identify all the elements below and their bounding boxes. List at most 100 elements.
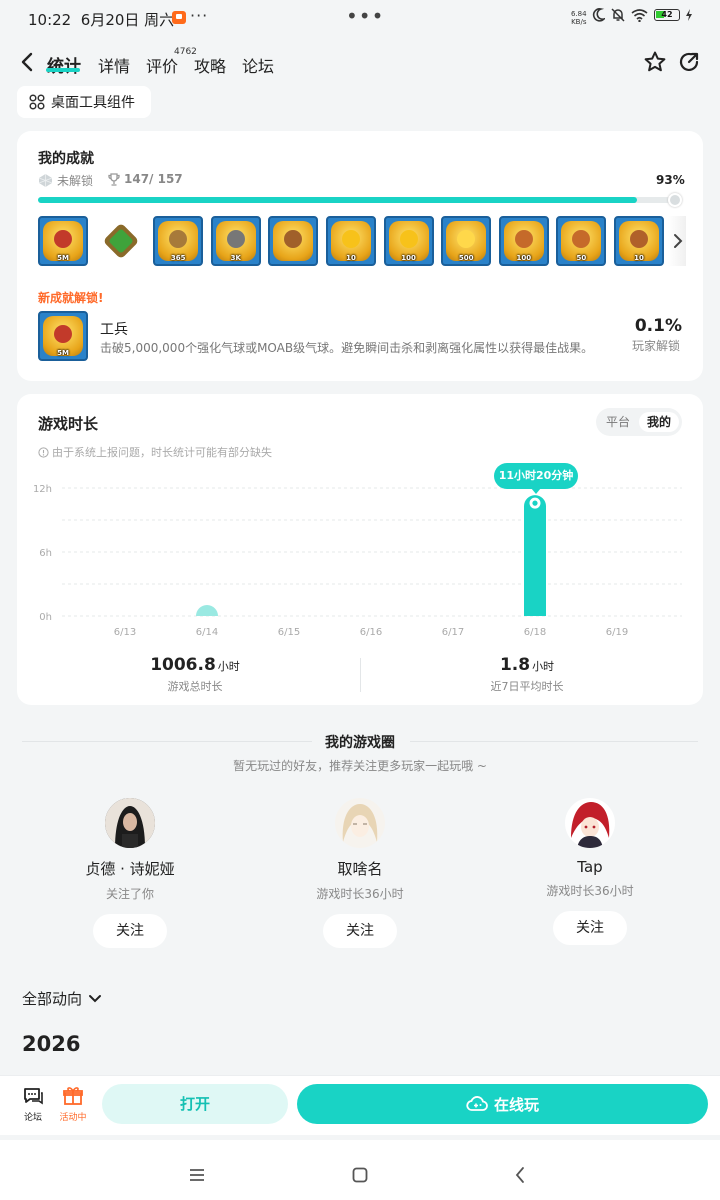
progress-knob: [668, 193, 682, 207]
friend-card[interactable]: 取啥名 游戏时长36小时 关注: [280, 798, 440, 948]
feed-year: 2026: [22, 1032, 81, 1056]
desktop-widget-button[interactable]: 桌面工具组件: [17, 86, 151, 118]
event-button[interactable]: 活动中: [55, 1086, 91, 1123]
achievement-progress-fill: [38, 197, 637, 203]
new-unlock-description: 击破5,000,000个强化气球或MOAB级气球。避免瞬间击杀和剥离强化属性以获…: [100, 341, 594, 355]
friend-card[interactable]: 贞德 · 诗妮娅 关注了你 关注: [50, 798, 210, 948]
new-unlock-percent: 0.1%: [634, 316, 682, 336]
tab-forum[interactable]: 论坛: [242, 53, 274, 77]
chevron-right-icon[interactable]: [672, 232, 684, 250]
avg-playtime: 1.8 小时 近7日平均时长: [490, 655, 564, 693]
info-icon: [38, 446, 49, 458]
achievement-badge[interactable]: 100: [498, 216, 549, 266]
friend-subtitle: 游戏时长36小时: [546, 884, 634, 898]
cloud-gamepad-icon: [466, 1096, 488, 1111]
share-icon[interactable]: [677, 50, 701, 74]
feed-filter-dropdown[interactable]: 全部动向: [22, 988, 102, 1009]
playtime-note: 由于系统上报问题，时长统计可能有部分缺失: [38, 444, 272, 460]
system-navigation-bar: [0, 1140, 720, 1200]
status-time: 10:22 6月20日 周六: [28, 11, 175, 29]
active-tab-indicator: [46, 68, 80, 72]
achievement-badge[interactable]: 10: [326, 216, 376, 266]
toggle-platform[interactable]: 平台: [598, 412, 638, 432]
avatar[interactable]: [105, 798, 155, 848]
bar-tooltip: 11小时20分钟: [494, 463, 578, 494]
locked-filter[interactable]: 未解锁: [38, 172, 93, 189]
achievement-badge[interactable]: 365: [153, 216, 204, 266]
trophy-icon: [108, 172, 120, 186]
follow-button[interactable]: 关注: [553, 911, 627, 945]
x-tick-label: 6/13: [114, 627, 136, 638]
achievement-progress-bar: [38, 197, 682, 203]
achievement-percent: 93%: [656, 173, 685, 187]
moon-icon: [592, 8, 605, 22]
x-tick-label: 6/16: [360, 627, 382, 638]
achievement-count: 147/ 157: [108, 172, 183, 186]
net-speed: 6.84 KB/s: [571, 10, 587, 26]
desktop-widget-label: 桌面工具组件: [51, 95, 135, 111]
achievement-badge[interactable]: [96, 216, 146, 266]
achievement-badge-list[interactable]: 5M 365 3K 10 100 500 100 50 10: [38, 216, 686, 268]
toggle-mine[interactable]: 我的: [639, 412, 679, 432]
forum-icon: [24, 1088, 43, 1105]
new-unlock-percent-label: 玩家解锁: [631, 339, 680, 353]
more-notifications: ···: [190, 6, 209, 25]
follow-button[interactable]: 关注: [323, 914, 397, 948]
friend-subtitle: 游戏时长36小时: [316, 887, 404, 901]
chart-bar[interactable]: [196, 605, 218, 616]
y-tick-label: 0h: [39, 612, 52, 623]
status-center-dots: •••: [346, 4, 385, 28]
achievement-badge[interactable]: 10: [614, 216, 664, 266]
x-tick-label: 6/17: [442, 627, 464, 638]
achievement-badge[interactable]: 3K: [210, 216, 261, 266]
status-bar: 10:22 6月20日 周六 ··· ••• 6.84 KB/s 42: [0, 0, 720, 36]
x-tick-label: 6/15: [278, 627, 300, 638]
tab-stats[interactable]: 统计: [47, 52, 81, 77]
back-nav-icon[interactable]: [514, 1166, 526, 1184]
playtime-toggle[interactable]: 平台 我的: [596, 408, 682, 436]
friend-name: 贞德 · 诗妮娅: [85, 860, 175, 878]
y-tick-label: 12h: [33, 484, 52, 495]
home-icon[interactable]: [352, 1167, 368, 1183]
chart-bar[interactable]: [524, 495, 546, 616]
forum-button[interactable]: 论坛: [15, 1086, 51, 1123]
playtime-title: 游戏时长: [38, 415, 99, 433]
friend-name: Tap: [577, 858, 603, 876]
x-tick-label: 6/14: [196, 627, 218, 638]
bar-marker-dot: [532, 500, 538, 506]
app-notification-icon: [172, 11, 186, 24]
chevron-down-icon: [89, 994, 102, 1002]
game-circle-title: 我的游戏圈: [325, 735, 395, 751]
new-unlock-name: 工兵: [100, 322, 128, 338]
friend-subtitle: 关注了你: [105, 887, 154, 901]
y-tick-label: 6h: [39, 548, 52, 559]
back-icon[interactable]: [18, 50, 38, 74]
x-tick-label: 6/19: [606, 627, 628, 638]
gift-icon: [63, 1087, 83, 1105]
chart-bar-base: [524, 605, 546, 616]
gem-icon: [38, 174, 53, 187]
achievement-badge[interactable]: 5M: [38, 216, 88, 266]
friend-card[interactable]: Tap 游戏时长36小时 关注: [510, 798, 670, 945]
wifi-icon: [631, 8, 648, 22]
friend-name: 取啥名: [337, 860, 383, 878]
follow-button[interactable]: 关注: [93, 914, 167, 948]
total-playtime: 1006.8 小时 游戏总时长: [150, 655, 240, 693]
grid-icon: [29, 94, 45, 110]
open-button[interactable]: 打开: [102, 1084, 288, 1124]
achievement-badge[interactable]: 50: [556, 216, 607, 266]
avatar[interactable]: [335, 798, 385, 848]
achievement-badge[interactable]: 500: [441, 216, 492, 266]
menu-icon[interactable]: [189, 1168, 205, 1182]
tab-details[interactable]: 详情: [98, 53, 130, 77]
avatar[interactable]: [565, 798, 615, 848]
new-unlock-badge[interactable]: 5M: [38, 311, 88, 361]
tab-guides[interactable]: 攻略: [194, 53, 226, 77]
achievement-badge[interactable]: [268, 216, 319, 266]
cloud-play-button[interactable]: 在线玩: [297, 1084, 708, 1124]
star-icon[interactable]: [643, 50, 667, 74]
x-tick-label: 6/18: [524, 627, 546, 638]
achievement-badge[interactable]: 100: [383, 216, 434, 266]
playtime-chart: 12h 6h 0h 6/13 6/14 6/15 6/16 6/17 6/18 6/19: [33, 484, 682, 638]
game-circle-subtitle: 暂无玩过的好友，推荐关注更多玩家一起玩哦 ~: [233, 759, 487, 773]
